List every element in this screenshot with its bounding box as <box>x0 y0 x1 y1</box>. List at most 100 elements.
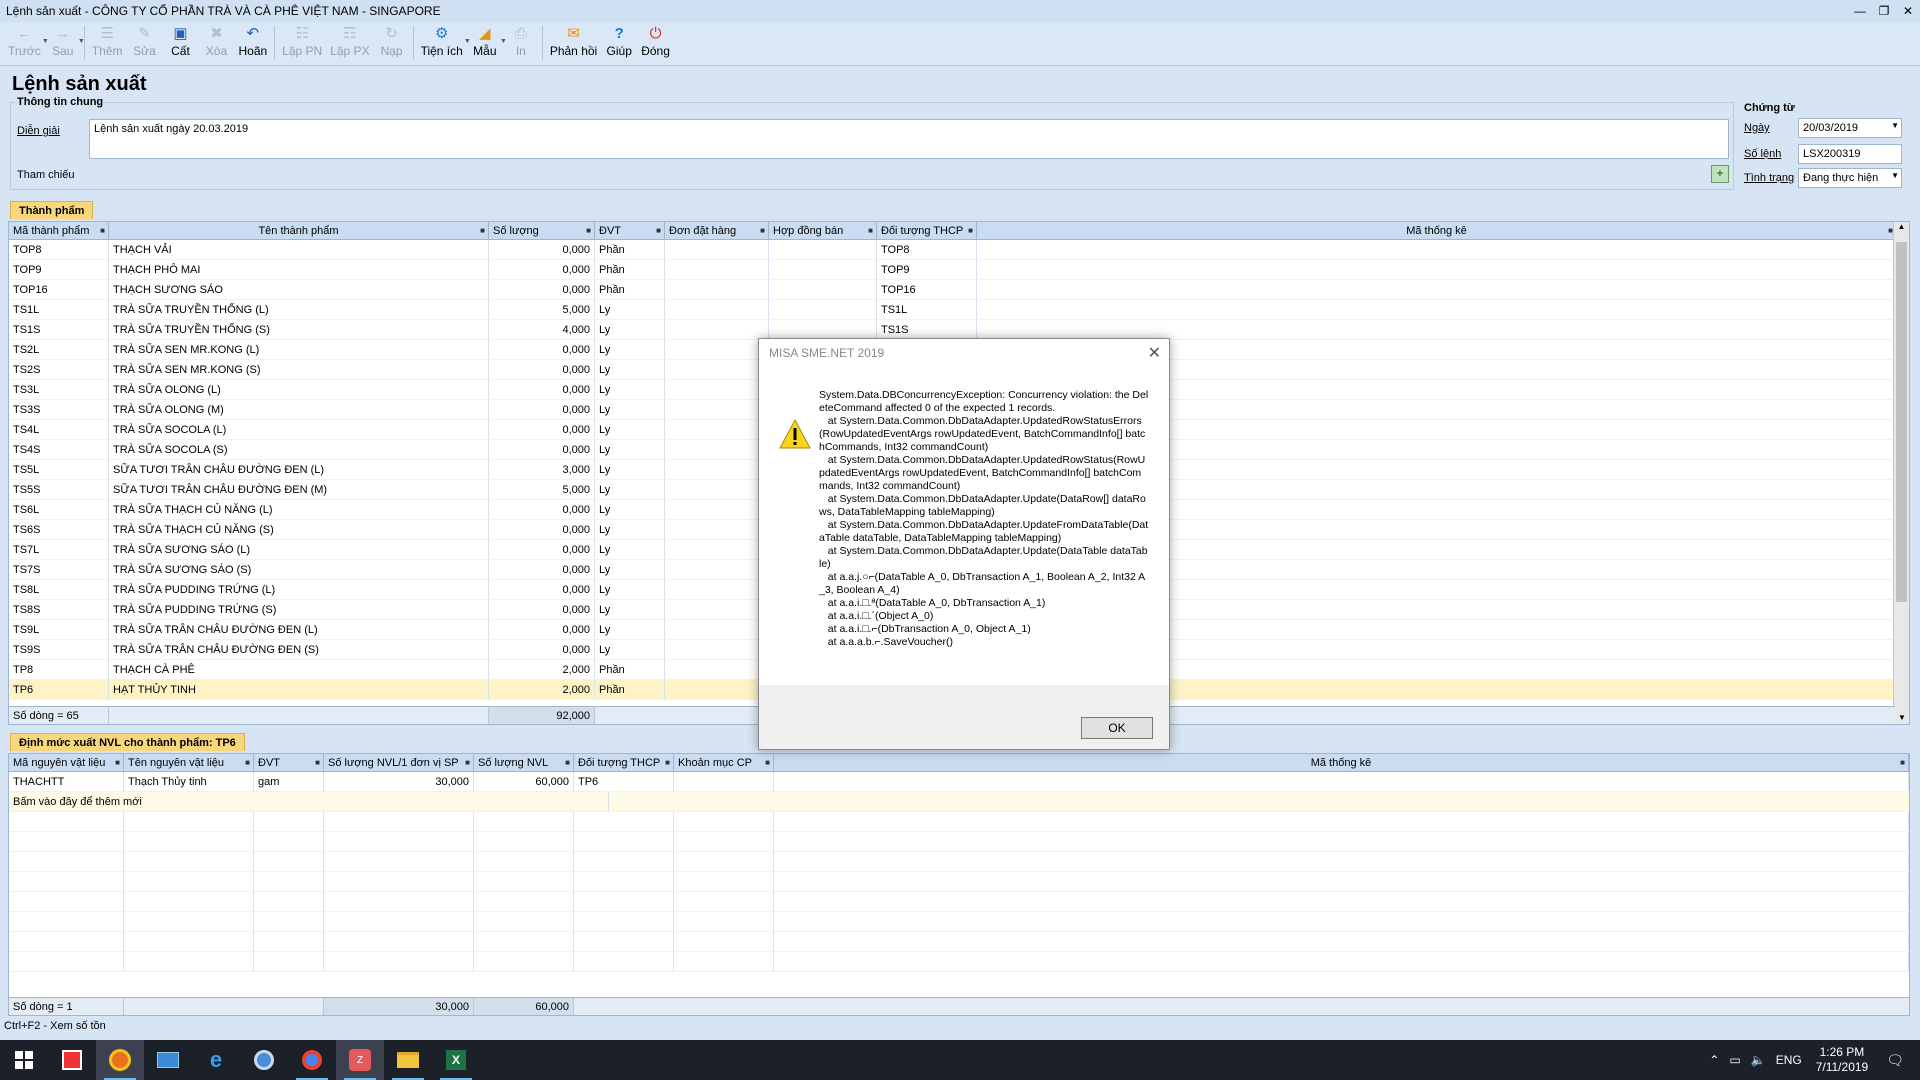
table-cell[interactable] <box>665 560 769 579</box>
table-cell[interactable]: 0,000 <box>489 400 595 419</box>
table-cell[interactable]: Ly <box>595 560 665 579</box>
table-cell[interactable]: TS5L <box>9 460 109 479</box>
add-new-row[interactable]: Bấm vào đây để thêm mới <box>9 792 1909 812</box>
column-header[interactable]: Mã nguyên vật liệu ■ <box>9 754 124 771</box>
table-cell[interactable]: 0,000 <box>489 540 595 559</box>
table-cell[interactable]: 0,000 <box>489 280 595 299</box>
column-header[interactable]: ĐVT ■ <box>254 754 324 771</box>
table-cell[interactable] <box>665 580 769 599</box>
table-cell[interactable] <box>665 280 769 299</box>
table-cell[interactable]: TS9L <box>9 620 109 639</box>
taskbar-app-ie-icon[interactable]: e <box>192 1040 240 1080</box>
column-header[interactable]: Số lượng NVL ■ <box>474 754 574 771</box>
pin-icon[interactable]: ■ <box>315 758 320 767</box>
table-cell[interactable]: TOP8 <box>877 240 977 259</box>
table-cell[interactable]: THACHTT <box>9 772 124 791</box>
table-cell[interactable] <box>665 680 769 699</box>
table-cell[interactable]: TRÀ SỮA THẠCH CỦ NĂNG (L) <box>109 500 489 519</box>
column-header[interactable]: Tên nguyên vật liệu ■ <box>124 754 254 771</box>
table-cell[interactable]: 30,000 <box>324 772 474 791</box>
table-cell[interactable]: Ly <box>595 620 665 639</box>
vertical-scrollbar[interactable]: ▲ ▼ <box>1893 222 1909 724</box>
toolbar-button-15[interactable]: ⏻ Đóng <box>637 22 674 59</box>
table-cell[interactable] <box>665 520 769 539</box>
table-cell[interactable] <box>665 480 769 499</box>
table-cell[interactable]: 0,000 <box>489 240 595 259</box>
column-header[interactable]: Đối tượng THCP ■ <box>877 222 977 239</box>
table-cell[interactable]: Ly <box>595 300 665 319</box>
table-cell[interactable]: TS9S <box>9 640 109 659</box>
table-cell[interactable] <box>769 260 877 279</box>
table-cell[interactable] <box>977 300 1897 319</box>
table-cell[interactable]: 2,000 <box>489 660 595 679</box>
restore-icon[interactable]: ❐ <box>1872 4 1896 18</box>
table-cell[interactable]: 0,000 <box>489 380 595 399</box>
table-cell[interactable]: Ly <box>595 500 665 519</box>
table-cell[interactable]: TS7L <box>9 540 109 559</box>
toolbar-button-13[interactable]: ✉ Phản hồi <box>546 22 601 58</box>
table-cell[interactable]: 0,000 <box>489 260 595 279</box>
table-cell[interactable]: TS5S <box>9 480 109 499</box>
table-cell[interactable]: TRÀ SỮA SƯƠNG SÁO (L) <box>109 540 489 559</box>
table-cell[interactable]: 0,000 <box>489 520 595 539</box>
table-cell[interactable]: 0,000 <box>489 620 595 639</box>
clock[interactable]: 1:26 PM 7/11/2019 <box>1816 1045 1869 1075</box>
table-cell[interactable]: TRÀ SỮA SOCOLA (S) <box>109 440 489 459</box>
table-cell[interactable] <box>665 300 769 319</box>
table-cell[interactable]: TS3S <box>9 400 109 419</box>
add-reference-icon[interactable]: + <box>1711 165 1729 183</box>
minimize-icon[interactable]: — <box>1848 4 1872 18</box>
table-cell[interactable]: 5,000 <box>489 300 595 319</box>
column-header[interactable]: Tên thành phẩm ■ <box>109 222 489 239</box>
column-header[interactable]: Số lượng ■ <box>489 222 595 239</box>
table-cell[interactable] <box>665 440 769 459</box>
close-window-icon[interactable]: ✕ <box>1896 4 1920 18</box>
table-cell[interactable] <box>977 240 1897 259</box>
toolbar-button-5[interactable]: ✖ Xóa <box>198 22 234 58</box>
table-cell[interactable]: 0,000 <box>489 600 595 619</box>
table-cell[interactable] <box>665 340 769 359</box>
chevron-down-icon[interactable]: ▼ <box>78 38 85 45</box>
pin-icon[interactable]: ■ <box>586 226 591 235</box>
tab-products[interactable]: Thành phẩm <box>10 201 94 219</box>
dropdown-icon[interactable]: ▼ <box>1891 171 1899 180</box>
table-cell[interactable]: Ly <box>595 600 665 619</box>
table-cell[interactable]: TRÀ SỮA SOCOLA (L) <box>109 420 489 439</box>
taskbar-app-misa-icon[interactable] <box>48 1040 96 1080</box>
table-cell[interactable]: 0,000 <box>489 420 595 439</box>
pin-icon[interactable]: ■ <box>565 758 570 767</box>
table-row[interactable]: TOP16 THẠCH SƯƠNG SÁO 0,000 Phần TOP16 <box>9 280 1909 300</box>
table-cell[interactable]: TS4S <box>9 440 109 459</box>
network-icon[interactable]: ▭ <box>1729 1053 1740 1067</box>
table-cell[interactable]: Ly <box>595 420 665 439</box>
table-cell[interactable]: TS1L <box>877 300 977 319</box>
table-cell[interactable]: 0,000 <box>489 340 595 359</box>
table-cell[interactable]: THẠCH SƯƠNG SÁO <box>109 280 489 299</box>
chevron-up-icon[interactable]: ⌃ <box>1709 1053 1719 1067</box>
table-cell[interactable]: TS8L <box>9 580 109 599</box>
table-cell[interactable]: Ly <box>595 580 665 599</box>
tab-materials[interactable]: Định mức xuất NVL cho thành phẩm: TP6 <box>10 733 245 751</box>
table-cell[interactable] <box>977 320 1897 339</box>
language-indicator[interactable]: ENG <box>1776 1053 1802 1067</box>
table-cell[interactable]: TOP8 <box>9 240 109 259</box>
table-cell[interactable]: TS2S <box>9 360 109 379</box>
table-cell[interactable] <box>665 400 769 419</box>
pin-icon[interactable]: ■ <box>656 226 661 235</box>
table-cell[interactable]: TOP16 <box>877 280 977 299</box>
table-cell[interactable] <box>665 500 769 519</box>
table-cell[interactable]: TP6 <box>574 772 674 791</box>
ok-button[interactable]: OK <box>1081 717 1153 739</box>
table-cell[interactable]: TS2L <box>9 340 109 359</box>
table-cell[interactable]: TS6L <box>9 500 109 519</box>
table-cell[interactable]: Phần <box>595 260 665 279</box>
start-button[interactable] <box>0 1040 48 1080</box>
table-cell[interactable]: Phần <box>595 660 665 679</box>
table-cell[interactable]: Thạch Thủy tinh <box>124 772 254 791</box>
column-header[interactable]: Mã thống kê ■ <box>774 754 1909 771</box>
table-cell[interactable]: 0,000 <box>489 440 595 459</box>
table-cell[interactable]: TRÀ SỮA TRUYỀN THỐNG (S) <box>109 320 489 339</box>
toolbar-button-12[interactable]: ⎙ In <box>503 22 539 59</box>
toolbar-button-0[interactable]: ← Trước ▼ <box>4 22 49 59</box>
table-cell[interactable] <box>665 260 769 279</box>
